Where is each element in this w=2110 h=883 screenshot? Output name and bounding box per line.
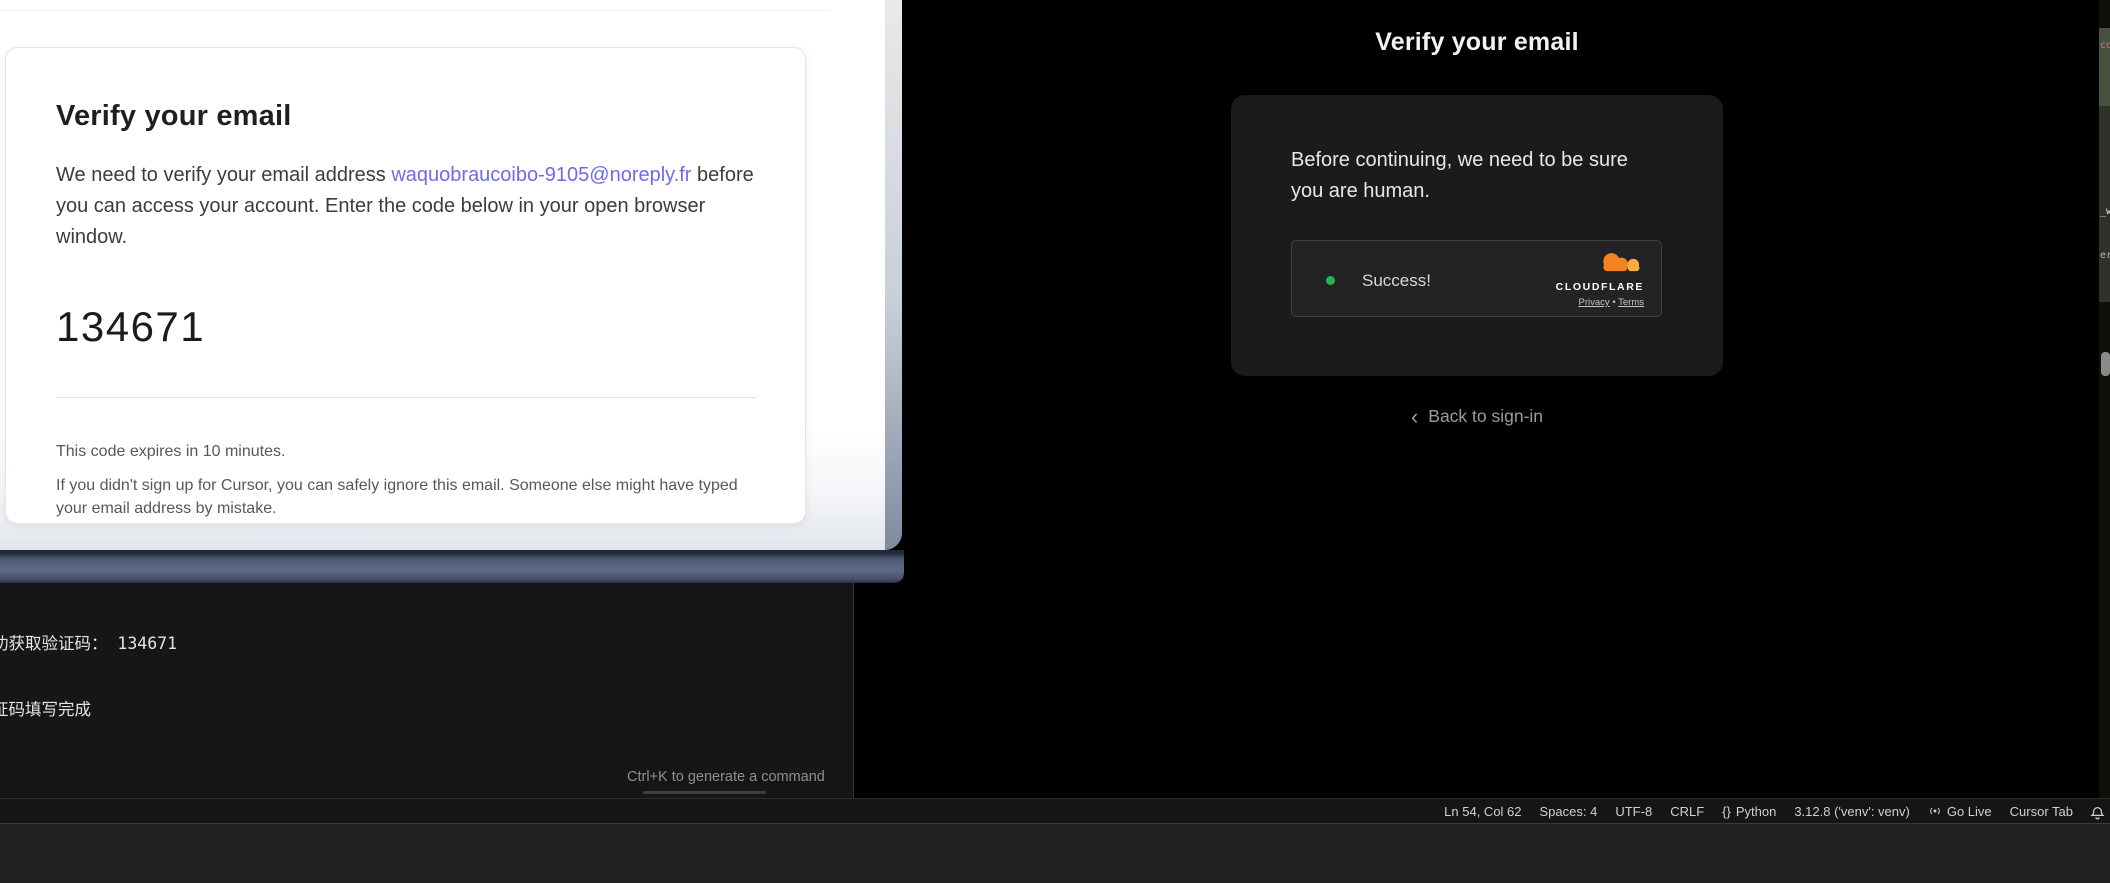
- privacy-link[interactable]: Privacy: [1579, 297, 1610, 308]
- recipient-email-link[interactable]: waquobraucoibo-9105@noreply.fr: [391, 164, 691, 186]
- terminal-line: 证码填写完成: [0, 699, 853, 721]
- code-fragment: _w: [2100, 206, 2110, 217]
- code-fragment: er: [2100, 250, 2110, 261]
- editor-edge-strip: co _w er: [2097, 0, 2110, 798]
- back-label: Back to sign-in: [1428, 406, 1543, 427]
- turnstile-widget: Success! CLOUDFLARE Privacy • Terms: [1291, 240, 1662, 317]
- cloudflare-logo-icon: [1588, 251, 1644, 275]
- braces-icon: {}: [1722, 804, 1731, 819]
- success-dot-icon: [1326, 276, 1335, 285]
- page-title: Verify your email: [1231, 28, 1723, 57]
- code-expiry-note: This code expires in 10 minutes.: [56, 443, 753, 461]
- email-body-text: We need to verify your email address waq…: [56, 160, 762, 253]
- python-interpreter-indicator[interactable]: 3.12.8 ('venv': venv): [1794, 804, 1910, 819]
- windows-taskbar: ⚙ ⌃ ☁ 中 S: [0, 823, 2110, 883]
- cloudflare-wordmark: CLOUDFLARE: [1556, 281, 1644, 293]
- email-window-scrollbar[interactable]: [885, 0, 902, 550]
- cursor-position-indicator[interactable]: Ln 54, Col 62: [1444, 804, 1521, 819]
- go-live-label: Go Live: [1947, 804, 1992, 819]
- language-label: Python: [1736, 804, 1776, 819]
- human-check-card: Before continuing, we need to be sure yo…: [1231, 95, 1723, 376]
- turnstile-links: Privacy • Terms: [1556, 297, 1644, 308]
- terms-link[interactable]: Terms: [1618, 297, 1644, 308]
- email-client-window: Verify your email We need to verify your…: [0, 0, 902, 550]
- status-bar: Ln 54, Col 62 Spaces: 4 UTF-8 CRLF {} Pyt…: [0, 798, 2110, 823]
- cursor-tab-indicator[interactable]: Cursor Tab: [2010, 804, 2073, 819]
- terminal-hscrollbar[interactable]: [643, 791, 766, 794]
- verification-email-card: Verify your email We need to verify your…: [5, 47, 806, 524]
- go-live-button[interactable]: Go Live: [1928, 804, 1992, 819]
- terminal-line: 功获取验证码： 134671: [0, 633, 853, 655]
- minimap-region: [2099, 106, 2110, 302]
- terminal-output: 功获取验证码： 134671 证码填写完成 在处理 Turnstile 验证..…: [0, 589, 853, 798]
- editor-scrollbar-thumb[interactable]: [2101, 352, 2110, 376]
- email-title: Verify your email: [56, 100, 753, 133]
- window-bottom-edge: [0, 550, 904, 583]
- email-divider: [56, 397, 756, 398]
- verify-email-page: Verify your email Before continuing, we …: [1231, 0, 1723, 460]
- terminal-hint: Ctrl+K to generate a command: [627, 769, 825, 785]
- verification-code: 134671: [56, 303, 753, 351]
- notifications-bell-icon[interactable]: [2089, 803, 2106, 820]
- link-separator: •: [1612, 297, 1615, 308]
- indentation-indicator[interactable]: Spaces: 4: [1540, 804, 1598, 819]
- chevron-left-icon: ‹: [1411, 409, 1418, 425]
- desktop-screen: Verify your email We need to verify your…: [0, 0, 2110, 883]
- turnstile-status: Success!: [1362, 271, 1431, 291]
- back-to-signin-link[interactable]: ‹ Back to sign-in: [1231, 406, 1723, 427]
- window-divider: [0, 10, 830, 11]
- ignore-note: If you didn't sign up for Cursor, you ca…: [56, 474, 756, 520]
- terminal-panel[interactable]: 功获取验证码： 134671 证码填写完成 在处理 Turnstile 验证..…: [0, 583, 854, 798]
- language-mode-indicator[interactable]: {} Python: [1722, 804, 1776, 819]
- broadcast-icon: [1928, 804, 1942, 818]
- code-fragment: co: [2100, 40, 2110, 51]
- human-check-prompt: Before continuing, we need to be sure yo…: [1291, 145, 1631, 207]
- encoding-indicator[interactable]: UTF-8: [1615, 804, 1652, 819]
- eol-indicator[interactable]: CRLF: [1670, 804, 1704, 819]
- cloudflare-branding: CLOUDFLARE Privacy • Terms: [1556, 251, 1644, 308]
- email-body-before: We need to verify your email address: [56, 164, 391, 186]
